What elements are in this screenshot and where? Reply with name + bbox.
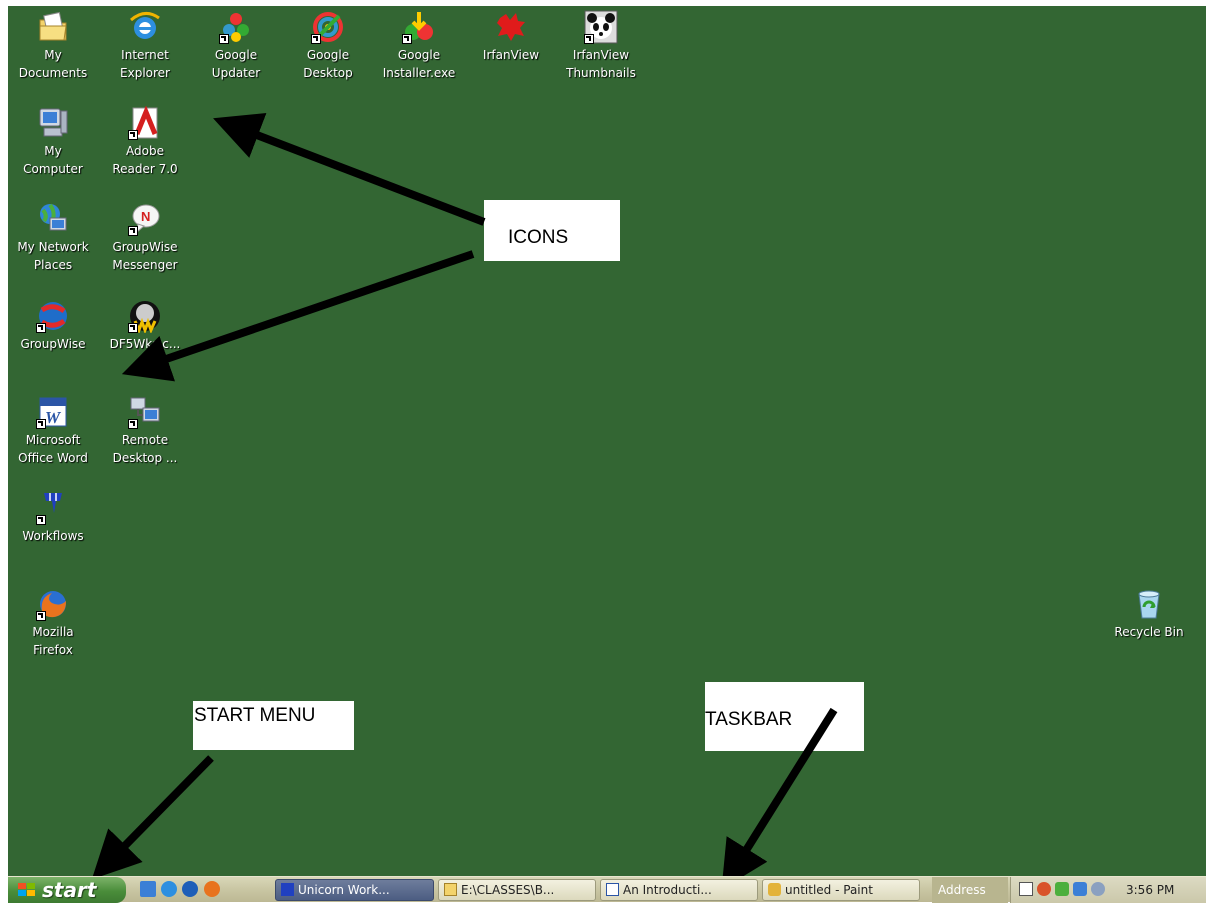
windows-flag-icon xyxy=(18,883,35,896)
task-label: E:\CLASSES\B... xyxy=(461,883,555,897)
desktop-icon-google-installer[interactable]: Google Installer.exe xyxy=(374,10,464,82)
system-tray xyxy=(1010,877,1206,903)
google-desktop-icon xyxy=(311,10,345,44)
desktop-icon-label: IrfanView xyxy=(482,48,540,62)
desktop-icon-label: My Network Places xyxy=(17,240,89,272)
desktop-icon-label: IrfanView Thumbnails xyxy=(566,48,636,80)
groupwise-messenger-icon: N xyxy=(128,202,162,236)
desktop-icon-my-computer[interactable]: My Computer xyxy=(8,106,98,178)
show-desktop-icon[interactable] xyxy=(140,881,156,897)
folder-icon xyxy=(444,883,457,896)
google-updater-icon xyxy=(219,10,253,44)
desktop-icon-label: Workflows xyxy=(22,529,84,543)
back-arrow-icon[interactable] xyxy=(1037,882,1051,896)
taskbar: start Unicorn Work... E:\CLASSES\B... An… xyxy=(8,876,1206,903)
microsoft-word-icon: W xyxy=(36,395,70,429)
svg-text:W: W xyxy=(45,408,62,427)
taskbar-task-explorer[interactable]: E:\CLASSES\B... xyxy=(438,879,596,901)
speaker-icon[interactable] xyxy=(1091,882,1105,896)
desktop-icon-df5wks[interactable]: DF5Wks.c... xyxy=(100,299,190,353)
task-label: An Introducti... xyxy=(623,883,712,897)
desktop-icon-adobe-reader[interactable]: Adobe Reader 7.0 xyxy=(100,106,190,178)
workflows-icon xyxy=(281,883,294,896)
messenger-icon[interactable] xyxy=(1073,882,1087,896)
adobe-reader-icon xyxy=(128,106,162,140)
desktop-icon-firefox[interactable]: Mozilla Firefox xyxy=(8,587,98,659)
my-documents-icon xyxy=(36,10,70,44)
desktop-icon-label: DF5Wks.c... xyxy=(109,337,181,351)
my-computer-icon xyxy=(36,106,70,140)
irfanview-icon xyxy=(494,10,528,44)
callout-start-menu: START MENU xyxy=(193,701,354,750)
network-icon[interactable] xyxy=(1055,882,1069,896)
desktop-icon-my-network-places[interactable]: My Network Places xyxy=(8,202,98,274)
desktop-icon-google-updater[interactable]: Google Updater xyxy=(191,10,281,82)
media-player-icon[interactable] xyxy=(182,881,198,897)
taskbar-task-unicorn[interactable]: Unicorn Work... xyxy=(275,879,434,901)
task-label: untitled - Paint xyxy=(785,883,873,897)
desktop: My Documents Internet Explorer Google Up… xyxy=(8,6,1206,878)
help-icon[interactable] xyxy=(1019,882,1033,896)
desktop-icon-label: GroupWise Messenger xyxy=(112,240,178,272)
clock[interactable]: 3:56 PM xyxy=(1126,877,1174,903)
df5wks-icon xyxy=(128,299,162,333)
paint-icon xyxy=(768,883,781,896)
desktop-icon-remote-desktop[interactable]: Remote Desktop ... xyxy=(100,395,190,467)
callout-taskbar-text: TASKBAR xyxy=(705,709,793,730)
google-installer-icon xyxy=(402,10,436,44)
address-label: Address xyxy=(938,883,986,897)
desktop-icon-label: Internet Explorer xyxy=(120,48,170,80)
my-network-places-icon xyxy=(36,202,70,236)
callout-start-menu-text: START MENU xyxy=(194,705,316,726)
desktop-icon-microsoft-word[interactable]: W Microsoft Office Word xyxy=(8,395,98,467)
desktop-icon-label: Google Desktop xyxy=(303,48,353,80)
internet-explorer-icon xyxy=(128,10,162,44)
desktop-icon-label: Mozilla Firefox xyxy=(32,625,74,657)
firefox-icon[interactable] xyxy=(204,881,220,897)
desktop-icon-groupwise[interactable]: GroupWise xyxy=(8,299,98,353)
callout-icons: ICONS xyxy=(484,200,620,261)
callout-taskbar: TASKBAR xyxy=(705,682,864,751)
desktop-icon-label: Google Updater xyxy=(211,48,261,80)
desktop-icon-label: Microsoft Office Word xyxy=(18,433,88,465)
desktop-icon-recycle-bin[interactable]: Recycle Bin xyxy=(1104,587,1194,641)
word-doc-icon xyxy=(606,883,619,896)
desktop-icon-label: Google Installer.exe xyxy=(382,48,456,80)
desktop-icon-label: My Computer xyxy=(23,144,83,176)
workflows-icon xyxy=(36,491,70,525)
groupwise-icon xyxy=(36,299,70,333)
desktop-icon-label: My Documents xyxy=(18,48,88,80)
desktop-icon-label: Adobe Reader 7.0 xyxy=(112,144,178,176)
remote-desktop-icon xyxy=(128,395,162,429)
task-label: Unicorn Work... xyxy=(298,883,390,897)
desktop-icon-google-desktop[interactable]: Google Desktop xyxy=(283,10,373,82)
address-toolbar-label[interactable]: Address xyxy=(932,877,1008,903)
irfanview-thumbnails-icon xyxy=(584,10,618,44)
desktop-icon-irfanview[interactable]: IrfanView xyxy=(466,10,556,64)
recycle-bin-icon xyxy=(1132,587,1166,621)
internet-explorer-icon[interactable] xyxy=(161,881,177,897)
firefox-icon xyxy=(36,587,70,621)
taskbar-task-paint[interactable]: untitled - Paint xyxy=(762,879,920,901)
start-button[interactable]: start xyxy=(8,877,126,903)
desktop-icon-groupwise-messenger[interactable]: N GroupWise Messenger xyxy=(100,202,190,274)
desktop-icon-internet-explorer[interactable]: Internet Explorer xyxy=(100,10,190,82)
callout-icons-text: ICONS xyxy=(508,227,569,248)
start-label: start xyxy=(42,878,97,902)
desktop-icon-label: Remote Desktop ... xyxy=(112,433,178,465)
desktop-icon-label: GroupWise xyxy=(20,337,86,351)
desktop-icon-my-documents[interactable]: My Documents xyxy=(8,10,98,82)
desktop-icon-irfanview-thumbnails[interactable]: IrfanView Thumbnails xyxy=(556,10,646,82)
svg-text:N: N xyxy=(141,209,150,224)
desktop-icon-workflows[interactable]: Workflows xyxy=(8,491,98,545)
taskbar-task-word[interactable]: An Introducti... xyxy=(600,879,758,901)
desktop-icon-label: Recycle Bin xyxy=(1114,625,1184,639)
